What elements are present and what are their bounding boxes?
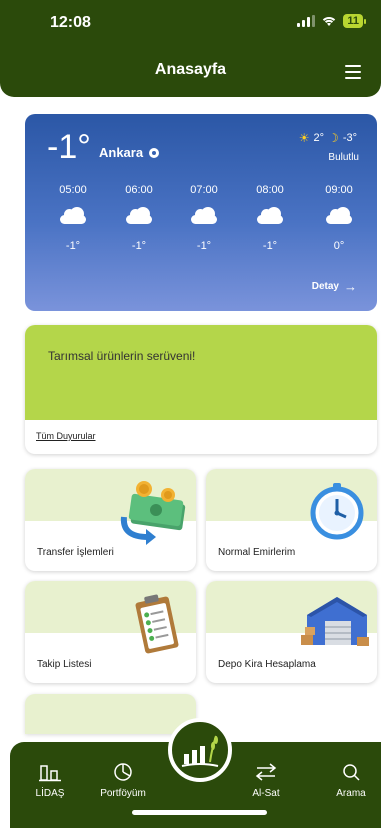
stopwatch-icon xyxy=(310,483,364,540)
warehouse-icon xyxy=(301,597,369,646)
pie-chart-icon xyxy=(114,763,132,781)
hamburger-menu-icon[interactable] xyxy=(345,65,361,79)
weather-detail-link[interactable]: Detay → xyxy=(312,279,357,294)
tile-label: Depo Kira Hesaplama xyxy=(218,659,316,670)
hour-temp: 0° xyxy=(333,240,345,252)
hour-temp: -1° xyxy=(262,240,278,252)
nav-label: Al-Sat xyxy=(252,788,280,799)
cloud-icon xyxy=(60,207,86,224)
hour-temp: -1° xyxy=(196,240,212,252)
cloud-icon xyxy=(257,207,283,224)
home-indicator xyxy=(132,810,267,815)
hourly-forecast-item: 05:00 -1° xyxy=(51,184,95,252)
signal-icon xyxy=(297,15,316,27)
app-header: Anasayfa xyxy=(0,47,381,97)
wheat-growth-icon xyxy=(181,735,219,767)
clipboard-checklist-icon xyxy=(135,594,179,654)
weather-condition: Bulutlu xyxy=(328,152,359,163)
hourly-forecast-item: 09:00 0° xyxy=(317,184,361,252)
search-icon xyxy=(343,764,360,781)
cloud-icon xyxy=(326,207,352,224)
city-row: Ankara xyxy=(99,145,160,160)
nav-label: LİDAŞ xyxy=(35,788,65,799)
min-max-temperature: ☀ 2° ☽ -3° xyxy=(299,131,357,145)
announcement-card[interactable]: Tarımsal ürünlerin serüveni! Tüm Duyurul… xyxy=(25,325,377,454)
tile-warehouse-rent-calc[interactable]: Depo Kira Hesaplama xyxy=(206,581,377,683)
sun-icon: ☀ xyxy=(298,131,310,145)
weather-card[interactable]: -1° Ankara ☀ 2° ☽ -3° Bulutlu 05:00 -1° … xyxy=(25,114,377,311)
nav-item-portfolio[interactable]: Portföyüm xyxy=(88,762,158,799)
tile-partial[interactable] xyxy=(25,694,196,734)
tile-label: Takip Listesi xyxy=(37,659,92,670)
tile-watchlist[interactable]: Takip Listesi xyxy=(25,581,196,683)
current-temperature: -1° xyxy=(47,128,91,166)
max-temp: 2° xyxy=(313,132,325,144)
city-name: Ankara xyxy=(99,145,144,160)
bottom-nav: LİDAŞ Portföyüm Al-Sat Arama xyxy=(10,718,381,828)
money-transfer-icon xyxy=(120,481,186,545)
hour-temp: -1° xyxy=(131,240,147,252)
nav-item-lidas[interactable]: LİDAŞ xyxy=(15,762,85,799)
announcement-banner: Tarımsal ürünlerin serüveni! xyxy=(25,325,377,420)
hour-time: 06:00 xyxy=(125,184,153,196)
nav-item-buy-sell[interactable]: Al-Sat xyxy=(231,762,301,799)
status-icons: 11 xyxy=(297,14,366,28)
tile-label: Transfer İşlemleri xyxy=(37,547,114,558)
hour-time: 08:00 xyxy=(256,184,284,196)
cloud-icon xyxy=(126,207,152,224)
hourly-forecast-item: 07:00 -1° xyxy=(182,184,226,252)
status-bar: 12:08 11 xyxy=(0,0,381,47)
hour-temp: -1° xyxy=(65,240,81,252)
exchange-arrows-icon xyxy=(255,763,277,781)
nav-label: Portföyüm xyxy=(100,788,146,799)
cloud-icon xyxy=(191,207,217,224)
hourly-forecast-item: 06:00 -1° xyxy=(117,184,161,252)
location-pin-icon xyxy=(149,147,160,158)
tile-transfer[interactable]: Transfer İşlemleri xyxy=(25,469,196,571)
wifi-icon xyxy=(323,17,336,26)
status-time: 12:08 xyxy=(50,14,91,31)
tile-label: Normal Emirlerim xyxy=(218,547,296,558)
battery-indicator: 11 xyxy=(343,14,366,28)
min-temp: -3° xyxy=(342,132,357,144)
nav-label: Arama xyxy=(336,788,366,799)
hour-time: 07:00 xyxy=(190,184,218,196)
announcement-text: Tarımsal ürünlerin serüveni! xyxy=(48,349,196,363)
detail-label: Detay xyxy=(311,281,339,292)
chart-bars-icon xyxy=(39,765,61,782)
page-title: Anasayfa xyxy=(154,61,227,78)
arrow-right-icon: → xyxy=(344,279,357,294)
nav-item-search[interactable]: Arama xyxy=(316,762,381,799)
all-announcements-link[interactable]: Tüm Duyurular xyxy=(36,431,96,441)
tile-normal-orders[interactable]: Normal Emirlerim xyxy=(206,469,377,571)
home-center-button[interactable] xyxy=(168,718,232,782)
hourly-forecast-item: 08:00 -1° xyxy=(248,184,292,252)
hour-time: 05:00 xyxy=(59,184,87,196)
moon-icon: ☽ xyxy=(328,131,339,145)
hour-time: 09:00 xyxy=(325,184,353,196)
